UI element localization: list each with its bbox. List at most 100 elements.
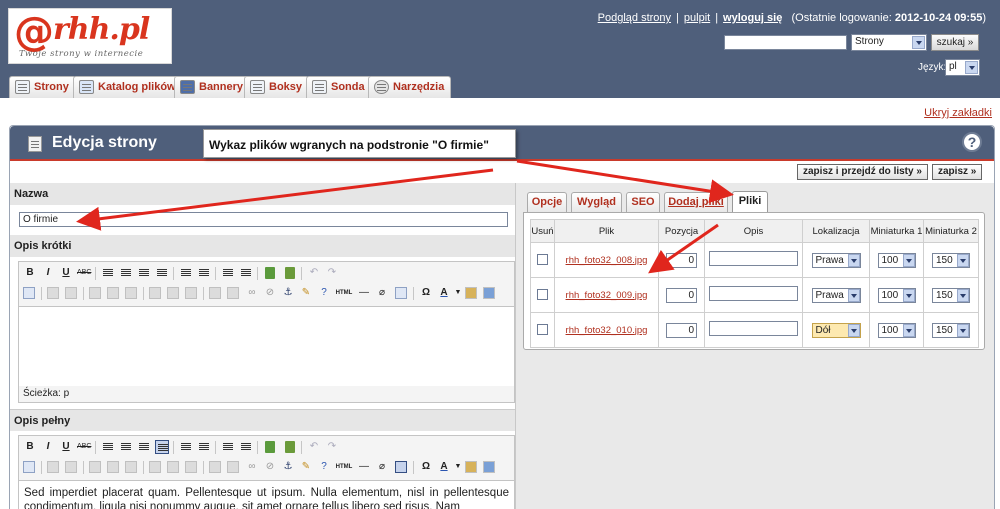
- full-desc-editor-area[interactable]: Sed imperdiet placerat quam. Pellentesqu…: [19, 480, 514, 509]
- col-after-icon[interactable]: [167, 287, 179, 299]
- hr-icon[interactable]: —: [357, 286, 371, 300]
- align-center-icon[interactable]: [119, 440, 133, 454]
- anchor-icon[interactable]: ⚓: [281, 460, 295, 474]
- tab-strony[interactable]: Strony: [9, 76, 76, 98]
- align-center-icon[interactable]: [119, 266, 133, 280]
- site-logo[interactable]: @ rhh.pl Twoje strony w internecie: [8, 8, 172, 64]
- align-left-icon[interactable]: [101, 266, 115, 280]
- bullet-list-icon[interactable]: [179, 440, 193, 454]
- delete-row-icon[interactable]: [125, 461, 137, 473]
- location-select[interactable]: Prawa: [811, 287, 861, 303]
- col-before-icon[interactable]: [149, 287, 161, 299]
- table-props-icon[interactable]: [65, 461, 77, 473]
- redo-icon[interactable]: ↷: [325, 440, 339, 454]
- undo-icon[interactable]: ↶: [307, 266, 321, 280]
- bold-button[interactable]: B: [23, 440, 37, 454]
- position-input[interactable]: 0: [666, 252, 697, 268]
- merge-cells-icon[interactable]: [227, 461, 239, 473]
- short-desc-editor-area[interactable]: [19, 306, 514, 386]
- align-justify-icon[interactable]: [155, 266, 169, 280]
- merge-cells-icon[interactable]: [227, 287, 239, 299]
- image-icon[interactable]: [285, 267, 295, 279]
- tab-bannery[interactable]: Bannery: [174, 76, 251, 98]
- row-after-icon[interactable]: [107, 287, 119, 299]
- edit-icon[interactable]: [23, 287, 35, 299]
- chevron-down-icon[interactable]: ▼: [451, 460, 465, 474]
- hide-tabs-link[interactable]: Ukryj zakładki: [924, 107, 992, 119]
- location-select[interactable]: Dół: [811, 322, 861, 338]
- bold-button[interactable]: B: [23, 266, 37, 280]
- description-input[interactable]: [709, 251, 798, 266]
- tab-boksy[interactable]: Boksy: [244, 76, 310, 98]
- thumb1-select[interactable]: 100: [877, 287, 916, 303]
- table-props-icon[interactable]: [65, 287, 77, 299]
- html-button[interactable]: HTML: [333, 286, 355, 300]
- name-field[interactable]: O firmie: [19, 212, 508, 227]
- save-button[interactable]: zapisz »: [932, 164, 983, 180]
- unlink-icon[interactable]: ⊘: [263, 460, 277, 474]
- chevron-down-icon[interactable]: ▼: [451, 286, 465, 300]
- thumb1-select[interactable]: 100: [877, 252, 916, 268]
- visual-aid-icon[interactable]: [395, 461, 407, 473]
- media-icon[interactable]: [265, 267, 275, 279]
- bullet-list-icon[interactable]: [179, 266, 193, 280]
- help-icon[interactable]: ?: [962, 132, 982, 152]
- file-link[interactable]: rhh_foto32_009.jpg: [566, 290, 648, 301]
- numbered-list-icon[interactable]: [197, 266, 211, 280]
- remove-format-icon[interactable]: ⌀: [375, 286, 389, 300]
- redo-icon[interactable]: ↷: [325, 266, 339, 280]
- strikethrough-button[interactable]: ABC: [77, 266, 91, 280]
- align-left-icon[interactable]: [101, 440, 115, 454]
- col-before-icon[interactable]: [149, 461, 161, 473]
- remove-format-icon[interactable]: ⌀: [375, 460, 389, 474]
- thumb2-select[interactable]: 150: [932, 252, 970, 268]
- tab-wyglad[interactable]: Wygląd: [571, 192, 622, 212]
- logout-link[interactable]: wyloguj się: [723, 12, 782, 24]
- row-after-icon[interactable]: [107, 461, 119, 473]
- split-cells-icon[interactable]: [209, 461, 221, 473]
- unlink-icon[interactable]: ⊘: [263, 286, 277, 300]
- thumb2-select[interactable]: 150: [932, 322, 970, 338]
- location-select[interactable]: Prawa: [811, 252, 861, 268]
- delete-checkbox[interactable]: [537, 254, 548, 266]
- tab-pliki[interactable]: Pliki: [732, 191, 768, 213]
- font-color-button[interactable]: A: [437, 286, 451, 300]
- split-cells-icon[interactable]: [209, 287, 221, 299]
- font-color-button[interactable]: A: [437, 460, 451, 474]
- special-char-button[interactable]: Ω: [419, 286, 433, 300]
- anchor-icon[interactable]: ⚓: [281, 286, 295, 300]
- help-editor-icon[interactable]: ?: [317, 460, 331, 474]
- table-icon[interactable]: [47, 287, 59, 299]
- delete-col-icon[interactable]: [185, 287, 197, 299]
- indent-icon[interactable]: [239, 440, 253, 454]
- outdent-icon[interactable]: [221, 266, 235, 280]
- align-right-icon[interactable]: [137, 266, 151, 280]
- undo-icon[interactable]: ↶: [307, 440, 321, 454]
- tab-dodaj-pliki[interactable]: Dodaj pliki: [664, 192, 728, 212]
- tab-katalog-plikow[interactable]: Katalog plików: [73, 76, 183, 98]
- hr-icon[interactable]: —: [357, 460, 371, 474]
- strikethrough-button[interactable]: ABC: [77, 440, 91, 454]
- search-scope-select[interactable]: Strony: [851, 34, 927, 51]
- table-icon[interactable]: [47, 461, 59, 473]
- delete-col-icon[interactable]: [185, 461, 197, 473]
- image-icon[interactable]: [285, 441, 295, 453]
- delete-checkbox[interactable]: [537, 289, 548, 301]
- italic-button[interactable]: I: [41, 266, 55, 280]
- cleanup-icon[interactable]: ✎: [299, 286, 313, 300]
- paste-word-icon[interactable]: [483, 461, 495, 473]
- row-before-icon[interactable]: [89, 287, 101, 299]
- position-input[interactable]: 0: [666, 322, 697, 338]
- language-select[interactable]: pl: [945, 59, 980, 76]
- tab-narzedzia[interactable]: Narzędzia: [368, 76, 452, 98]
- indent-icon[interactable]: [239, 266, 253, 280]
- thumb1-select[interactable]: 100: [877, 322, 916, 338]
- align-right-icon[interactable]: [137, 440, 151, 454]
- col-after-icon[interactable]: [167, 461, 179, 473]
- paste-text-icon[interactable]: [465, 287, 477, 299]
- media-icon[interactable]: [265, 441, 275, 453]
- dashboard-link[interactable]: pulpit: [684, 12, 710, 24]
- delete-checkbox[interactable]: [537, 324, 548, 336]
- file-link[interactable]: rhh_foto32_010.jpg: [566, 325, 648, 336]
- link-icon[interactable]: ∞: [245, 460, 259, 474]
